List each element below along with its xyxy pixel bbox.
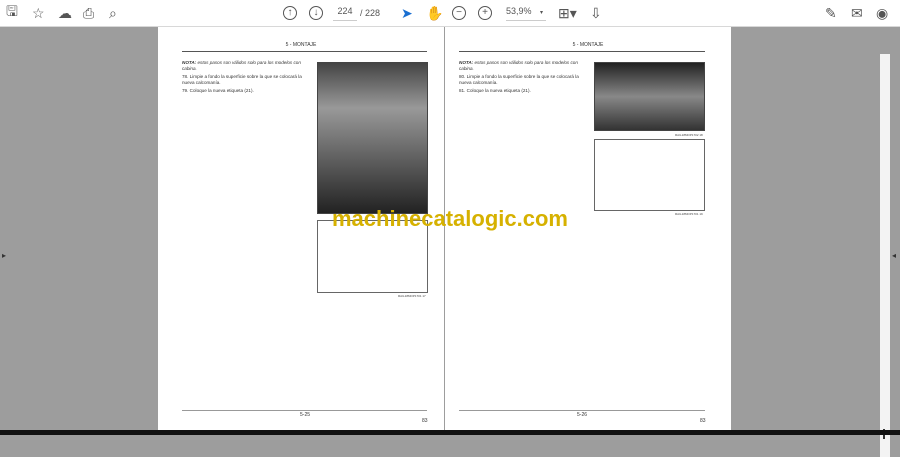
page-header: 5 - MONTAJE: [572, 42, 604, 48]
step-number: 78.: [182, 74, 189, 79]
page-fit-icon[interactable]: ⊞▾: [558, 4, 577, 22]
page-total: / 228: [360, 8, 381, 18]
step-text: Limpie a fondo la superficie sobre la qu…: [182, 74, 302, 85]
scroll-mode-icon[interactable]: ⇩: [590, 4, 602, 22]
expand-right-panel-icon[interactable]: ◂: [892, 251, 896, 260]
select-cursor-icon[interactable]: ➤: [401, 4, 413, 22]
step-number: 80.: [459, 74, 466, 79]
save-icon[interactable]: 🖫: [6, 3, 18, 22]
header-rule: [182, 51, 427, 52]
sign-icon[interactable]: ✎: [825, 4, 837, 22]
collapse-left-panel-icon[interactable]: ▸: [2, 251, 6, 260]
header-rule: [459, 51, 705, 52]
page-number-input[interactable]: 224: [333, 6, 357, 21]
note-label: NOTA:: [182, 60, 197, 65]
upload-cloud-icon[interactable]: ☁: [58, 4, 72, 22]
footer-rule: [182, 410, 427, 411]
bookmark-star-icon[interactable]: ☆: [32, 4, 45, 22]
note-text: estos pasos son válidos solo para los mo…: [459, 60, 578, 71]
toolbar: 🖫 ☆ ☁ ⎙ ⌕ ↑ ↓ 224 / 228 ➤ ✋ − + 53,9% ▾ …: [0, 0, 900, 27]
previous-page-button[interactable]: ↑: [283, 4, 297, 22]
step-number: 79.: [182, 88, 189, 93]
step-text: Coloque la nueva etiqueta (21).: [466, 88, 531, 93]
zoom-out-button[interactable]: −: [452, 4, 466, 22]
account-icon[interactable]: ◉: [876, 4, 888, 22]
chevron-down-icon: ▾: [540, 10, 544, 16]
footer-code: 83: [422, 418, 428, 424]
page-number: 5-26: [577, 412, 588, 418]
decal-diagram: [594, 139, 705, 211]
note-text: estos pasos son válidos solo para los mo…: [182, 60, 301, 71]
zoom-value: 53,9%: [506, 6, 532, 16]
instructions: NOTA: estos pasos son válidos solo para …: [182, 60, 308, 96]
mail-icon[interactable]: ✉: [851, 4, 863, 22]
search-icon[interactable]: ⌕: [109, 4, 117, 22]
instructions: NOTA: estos pasos son válidos solo para …: [459, 60, 587, 96]
page-header: 5 - MONTAJE: [285, 42, 317, 48]
figure-caption: RAIL18MOP1702 18: [675, 133, 703, 137]
vertical-scrollbar[interactable]: [880, 54, 890, 457]
watermark: machinecatalogic.com: [332, 206, 568, 231]
zoom-select[interactable]: 53,9% ▾: [506, 6, 546, 21]
zoom-in-button[interactable]: +: [478, 4, 492, 22]
print-icon[interactable]: ⎙: [83, 4, 94, 22]
taskbar-edge: [0, 430, 900, 435]
footer-rule: [459, 410, 705, 411]
note-label: NOTA:: [459, 60, 474, 65]
step-text: Limpie a fondo la superficie sobre la qu…: [459, 74, 579, 85]
page-number: 5-25: [300, 412, 311, 418]
step-text: Coloque la nueva etiqueta (21).: [189, 88, 254, 93]
next-page-button[interactable]: ↓: [309, 4, 323, 22]
hand-tool-icon[interactable]: ✋: [426, 4, 443, 22]
figure-caption: RAIL18MOP1701 17: [398, 294, 426, 298]
footer-code: 83: [700, 418, 706, 424]
cab-photo: [594, 62, 705, 131]
step-number: 81.: [459, 88, 466, 93]
cab-photo: [317, 62, 428, 214]
